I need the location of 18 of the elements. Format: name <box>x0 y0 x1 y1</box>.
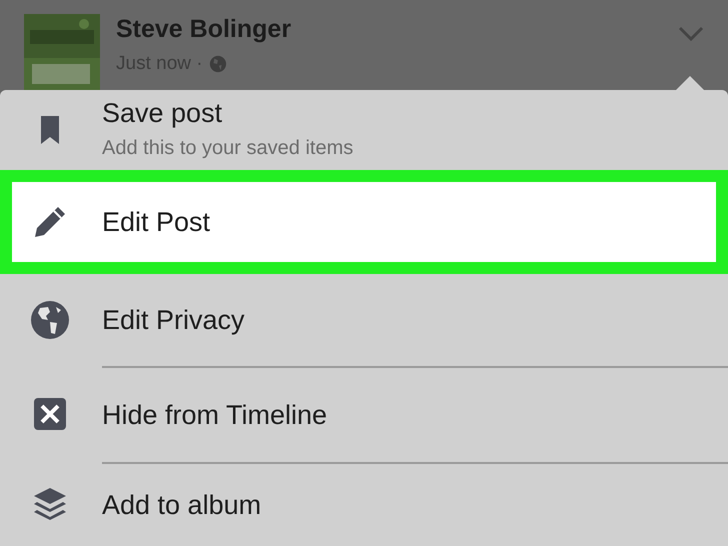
menu-item-label: Edit Post <box>102 206 212 238</box>
close-icon <box>33 397 67 431</box>
globe-icon <box>208 55 227 74</box>
bookmark-icon <box>39 114 61 146</box>
menu-item[interactable]: Edit Post <box>0 170 728 274</box>
menu-item-subtitle: Add this to your saved items <box>102 136 354 162</box>
menu-item[interactable]: Save post Add this to your saved items <box>0 90 728 170</box>
menu-item-label: Hide from Timeline <box>102 398 328 432</box>
pencil-icon <box>32 204 68 240</box>
layers-icon <box>32 486 68 522</box>
chevron-down-icon[interactable] <box>678 26 704 42</box>
menu-item[interactable]: Hide from Timeline <box>0 366 728 462</box>
menu-item[interactable]: Edit Privacy <box>0 274 728 366</box>
menu-item-label: Save post <box>102 96 224 130</box>
menu-item-label: Add to album <box>102 488 262 522</box>
globe-icon <box>30 300 70 340</box>
menu-item-label: Edit Privacy <box>102 304 246 336</box>
menu-item[interactable]: Add to album <box>0 462 728 546</box>
